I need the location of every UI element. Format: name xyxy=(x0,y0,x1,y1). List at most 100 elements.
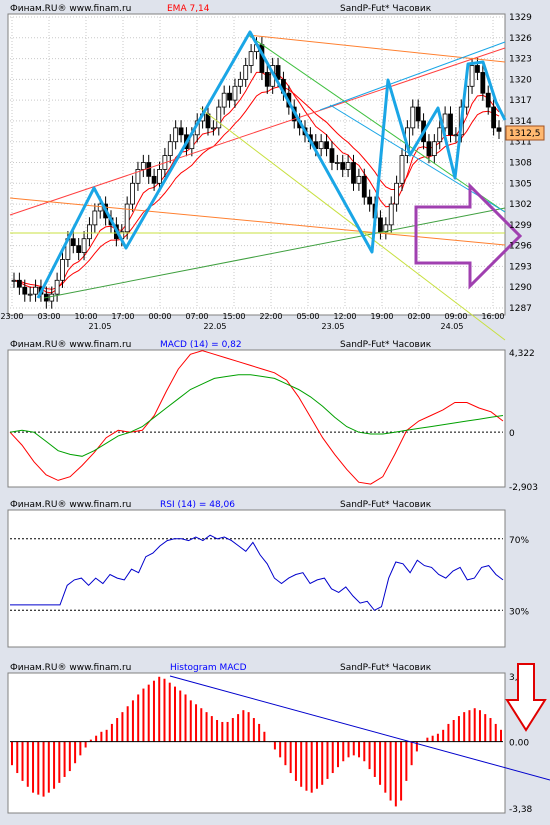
candle-body xyxy=(33,286,38,295)
candle-body xyxy=(11,279,17,282)
candle-body xyxy=(173,127,179,143)
histogram-bar xyxy=(478,710,481,742)
histogram-bar xyxy=(379,741,382,785)
histogram-bar xyxy=(347,741,350,758)
histogram-bar xyxy=(279,741,282,758)
histogram-bar xyxy=(200,708,203,742)
histogram-bar xyxy=(358,741,361,758)
histogram-bar xyxy=(47,741,50,793)
candle-body xyxy=(367,196,373,205)
candle-body xyxy=(415,106,421,122)
histogram-bar xyxy=(289,741,292,774)
histogram-bar xyxy=(321,741,324,785)
rsi-y-axis: 70% 30% xyxy=(509,536,529,617)
candle-body xyxy=(437,127,443,143)
candle-body xyxy=(146,162,152,177)
histogram-bar xyxy=(11,741,13,766)
price-y-tick: 1326 xyxy=(509,34,532,44)
histogram-bar xyxy=(326,741,329,779)
rsi-y-tick: 30% xyxy=(509,607,529,617)
time-tick: 16:00 xyxy=(481,312,504,321)
histogram-bar xyxy=(231,718,234,742)
candle-body xyxy=(237,78,243,87)
histogram-panel: 3,340.00-3,38 Финам.RU® www.finam.ru His… xyxy=(7,663,550,815)
histogram-bar xyxy=(68,741,71,772)
histogram-bar xyxy=(442,729,445,742)
time-tick: 02:00 xyxy=(407,312,430,321)
candle-body xyxy=(394,182,400,205)
price-y-tick: 1293 xyxy=(509,262,532,272)
candle-body xyxy=(410,106,416,129)
candle-body xyxy=(216,106,222,129)
histogram-bar xyxy=(42,741,45,797)
candle-body xyxy=(70,238,76,247)
candle-body xyxy=(248,51,254,66)
histogram-bar xyxy=(384,741,387,793)
histogram-bar xyxy=(79,741,82,756)
candle-body xyxy=(167,141,173,156)
candle-body xyxy=(318,141,324,150)
histogram-bar xyxy=(368,741,371,770)
time-tick: 23:00 xyxy=(0,312,23,321)
hist-label: Histogram MACD xyxy=(170,663,247,673)
candle-body xyxy=(157,169,162,184)
candle-body xyxy=(232,85,238,101)
histogram-bar xyxy=(300,741,303,787)
histogram-bar xyxy=(195,704,198,742)
rsi-panel: 70% 30% Финам.RU® www.finam.ru RSI (14) =… xyxy=(7,500,529,648)
price-y-tick: 1323 xyxy=(509,55,532,65)
histogram-bar xyxy=(294,741,297,781)
time-tick: 17:00 xyxy=(111,312,134,321)
histogram-bar xyxy=(142,688,145,742)
candle-body xyxy=(178,127,184,136)
histogram-bar xyxy=(447,723,450,742)
histogram-bar xyxy=(258,723,261,742)
histogram-bar xyxy=(84,741,87,748)
histogram-bar xyxy=(489,718,492,742)
histogram-bar xyxy=(152,680,155,742)
histogram-bar xyxy=(158,676,161,742)
macd-y-axis: 4,322 0 -2,903 xyxy=(509,349,538,493)
histogram-bar xyxy=(263,731,266,742)
candle-body xyxy=(264,72,270,87)
histogram-bar xyxy=(284,741,287,766)
histogram-bar xyxy=(121,712,124,742)
price-y-tick: 1320 xyxy=(509,75,532,85)
candle-body xyxy=(22,286,28,295)
histogram-bar xyxy=(252,718,255,742)
histogram-bar xyxy=(273,741,276,750)
time-tick: 03:00 xyxy=(37,312,60,321)
histogram-bar xyxy=(389,741,392,801)
time-tick: 00:00 xyxy=(148,312,171,321)
histogram-bar xyxy=(37,741,40,795)
histogram-bar xyxy=(179,690,182,742)
histogram-bar xyxy=(305,741,308,791)
candle-body xyxy=(151,175,157,184)
histogram-bar xyxy=(473,708,476,742)
candle-body xyxy=(81,238,87,253)
histogram-bar xyxy=(342,741,345,762)
date-tick: 23.05 xyxy=(322,322,345,331)
macd-y-tick: 0 xyxy=(509,429,515,439)
time-tick: 10:00 xyxy=(74,312,97,321)
candle-body xyxy=(453,134,459,137)
rsi-y-tick: 70% xyxy=(509,536,529,546)
candle-body xyxy=(469,65,475,87)
histogram-bar xyxy=(216,720,219,742)
candle-body xyxy=(378,217,383,233)
last-price-label: 1312,5 xyxy=(509,129,541,139)
time-tick: 12:00 xyxy=(333,312,356,321)
histogram-bar xyxy=(237,714,240,742)
price-y-tick: 1296 xyxy=(509,242,532,252)
histogram-bar xyxy=(394,741,397,807)
candle-body xyxy=(399,155,405,184)
histogram-bar xyxy=(431,735,434,742)
candle-body xyxy=(334,162,340,164)
price-right-title: SandP-Fut* Часовик xyxy=(340,4,432,14)
hist-left-title: Финам.RU® www.finam.ru xyxy=(10,663,131,673)
histogram-bar xyxy=(352,741,355,756)
hist-right-title: SandP-Fut* Часовик xyxy=(340,663,432,673)
price-y-tick: 1290 xyxy=(509,283,532,293)
price-y-axis: 1329132613231320131713141311130813051302… xyxy=(509,13,532,314)
candle-body xyxy=(221,92,227,108)
